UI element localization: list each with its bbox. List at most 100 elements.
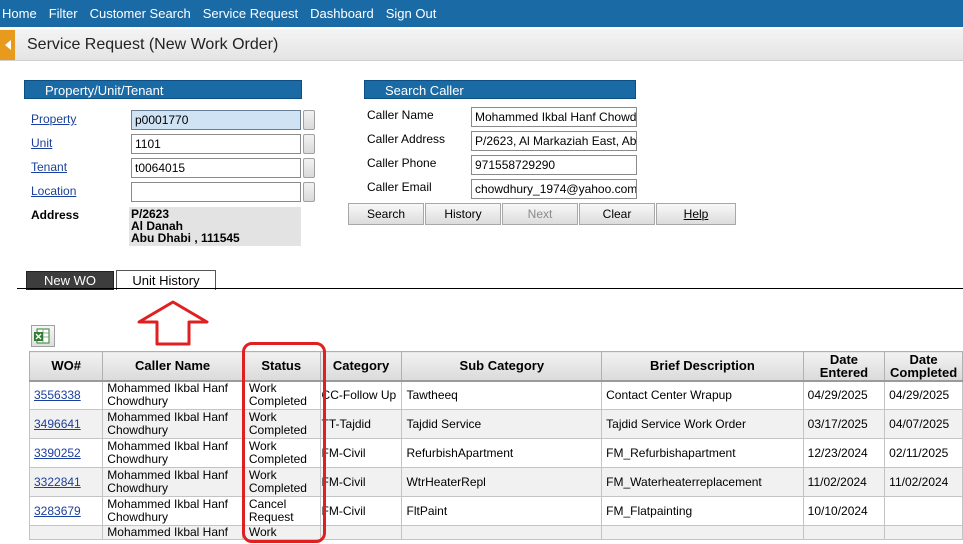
location-lookup-button[interactable] — [303, 182, 315, 202]
wo-number-cell[interactable]: 3496641 — [28, 409, 104, 439]
date-completed-cell: 04/29/2025 — [884, 380, 963, 410]
category-cell — [319, 525, 403, 540]
location-input[interactable] — [131, 182, 301, 202]
sub-category-cell: Tajdid Service — [401, 409, 603, 439]
description-cell — [601, 525, 804, 540]
status-cell: Work Completed — [241, 409, 321, 439]
wo-number-cell[interactable]: 3322841 — [28, 467, 104, 497]
table-row-partial: Mohammed Ikbal Hanf Work — [28, 525, 963, 540]
description-cell: Contact Center Wrapup — [601, 380, 804, 410]
property-section-header: Property/Unit/Tenant — [24, 80, 302, 99]
property-lookup-button[interactable] — [303, 110, 315, 130]
date-completed-cell — [884, 496, 963, 526]
date-completed-cell: 11/02/2024 — [884, 467, 963, 497]
nav-service-request[interactable]: Service Request — [203, 6, 298, 21]
collapse-button[interactable] — [0, 29, 15, 60]
date-entered-cell — [802, 525, 886, 540]
date-entered-cell: 11/02/2024 — [802, 467, 886, 497]
col-header-wo[interactable]: WO# — [28, 351, 104, 382]
nav-filter[interactable]: Filter — [49, 6, 78, 21]
sub-category-cell: WtrHeaterRepl — [401, 467, 603, 497]
table-row: 3283679 Mohammed Ikbal Hanf Chowdhury Ca… — [28, 496, 963, 526]
wo-number-cell[interactable]: 3556338 — [28, 380, 104, 410]
caller-name-cell: Mohammed Ikbal Hanf — [102, 525, 243, 540]
description-cell: FM_Refurbishapartment — [601, 438, 804, 468]
top-nav-bar: Home Filter Customer Search Service Requ… — [0, 0, 963, 27]
col-header-date-completed[interactable]: Date Completed — [884, 351, 963, 382]
col-header-status[interactable]: Status — [241, 351, 321, 382]
address-label: Address — [31, 208, 80, 222]
caller-name-cell: Mohammed Ikbal Hanf Chowdhury — [102, 409, 243, 439]
description-cell: FM_Waterheaterreplacement — [601, 467, 804, 497]
unit-lookup-button[interactable] — [303, 134, 315, 154]
tab-strip-divider — [17, 288, 963, 289]
caller-phone-input[interactable]: 971558729290 — [471, 155, 637, 175]
description-cell: Tajdid Service Work Order — [601, 409, 804, 439]
category-cell: FM-Civil — [319, 467, 403, 497]
table-row: 3556338 Mohammed Ikbal Hanf Chowdhury Wo… — [28, 380, 963, 410]
unit-input[interactable]: 1101 — [131, 134, 301, 154]
up-arrow-icon — [137, 300, 209, 346]
excel-export-icon[interactable] — [31, 325, 55, 347]
tenant-lookup-button[interactable] — [303, 158, 315, 178]
page-title: Service Request (New Work Order) — [27, 35, 279, 53]
wo-link[interactable]: 3322841 — [34, 475, 81, 489]
col-header-sub-category[interactable]: Sub Category — [401, 351, 603, 382]
date-entered-cell: 03/17/2025 — [802, 409, 886, 439]
property-input[interactable]: p0001770 — [131, 110, 301, 130]
col-header-date-entered[interactable]: Date Entered — [802, 351, 886, 382]
nav-home[interactable]: Home — [2, 6, 37, 21]
wo-link[interactable]: 3283679 — [34, 504, 81, 518]
sub-category-cell: FltPaint — [401, 496, 603, 526]
search-button[interactable]: Search — [348, 203, 424, 225]
caller-name-label: Caller Name — [367, 108, 434, 122]
tab-unit-history[interactable]: Unit History — [116, 270, 216, 290]
nav-customer-search[interactable]: Customer Search — [90, 6, 191, 21]
clear-button[interactable]: Clear — [579, 203, 655, 225]
unit-link[interactable]: Unit — [31, 136, 52, 150]
address-value: P/2623 Al Danah Abu Dhabi , 111545 — [129, 207, 301, 246]
table-row: 3390252 Mohammed Ikbal Hanf Chowdhury Wo… — [28, 438, 963, 468]
date-entered-cell: 10/10/2024 — [802, 496, 886, 526]
help-button-label: Help — [683, 207, 709, 221]
caller-email-input[interactable]: chowdhury_1974@yahoo.com — [471, 179, 637, 199]
col-header-caller-name[interactable]: Caller Name — [102, 351, 243, 382]
excel-icon-graphic — [34, 328, 50, 344]
caller-section-header: Search Caller — [364, 80, 636, 99]
help-button[interactable]: Help — [656, 203, 736, 225]
page-title-bar: Service Request (New Work Order) — [0, 29, 963, 61]
status-cell: Work Completed — [241, 467, 321, 497]
tenant-link[interactable]: Tenant — [31, 160, 67, 174]
caller-address-label: Caller Address — [367, 132, 446, 146]
col-header-brief-description[interactable]: Brief Description — [601, 351, 804, 382]
sub-category-cell: RefurbishApartment — [401, 438, 603, 468]
wo-link[interactable]: 3556338 — [34, 388, 81, 402]
caller-address-input[interactable]: P/2623, Al Markaziah East, Abu Dhabi — [471, 131, 637, 151]
caller-name-cell: Mohammed Ikbal Hanf Chowdhury — [102, 467, 243, 497]
col-header-category[interactable]: Category — [319, 351, 403, 382]
date-entered-cell: 12/23/2024 — [802, 438, 886, 468]
status-cell: Work Completed — [241, 438, 321, 468]
tenant-input[interactable]: t0064015 — [131, 158, 301, 178]
category-cell: FM-Civil — [319, 496, 403, 526]
property-link[interactable]: Property — [31, 112, 76, 126]
table-row: 3496641 Mohammed Ikbal Hanf Chowdhury Wo… — [28, 409, 963, 439]
caller-phone-label: Caller Phone — [367, 156, 437, 170]
caller-name-input[interactable]: Mohammed Ikbal Hanf Chowdhury — [471, 107, 637, 127]
wo-number-cell[interactable]: 3390252 — [28, 438, 104, 468]
nav-dashboard[interactable]: Dashboard — [310, 6, 374, 21]
wo-link[interactable]: 3496641 — [34, 417, 81, 431]
wo-number-cell[interactable]: 3283679 — [28, 496, 104, 526]
category-cell: FM-Civil — [319, 438, 403, 468]
wo-number-cell — [28, 525, 104, 540]
table-header-row: WO# Caller Name Status Category Sub Cate… — [28, 351, 963, 382]
wo-link[interactable]: 3390252 — [34, 446, 81, 460]
nav-sign-out[interactable]: Sign Out — [386, 6, 437, 21]
date-entered-cell: 04/29/2025 — [802, 380, 886, 410]
location-link[interactable]: Location — [31, 184, 76, 198]
table-row: 3322841 Mohammed Ikbal Hanf Chowdhury Wo… — [28, 467, 963, 497]
sub-category-cell: Tawtheeq — [401, 380, 603, 410]
next-button[interactable]: Next — [502, 203, 578, 225]
history-button[interactable]: History — [425, 203, 501, 225]
caller-name-cell: Mohammed Ikbal Hanf Chowdhury — [102, 438, 243, 468]
